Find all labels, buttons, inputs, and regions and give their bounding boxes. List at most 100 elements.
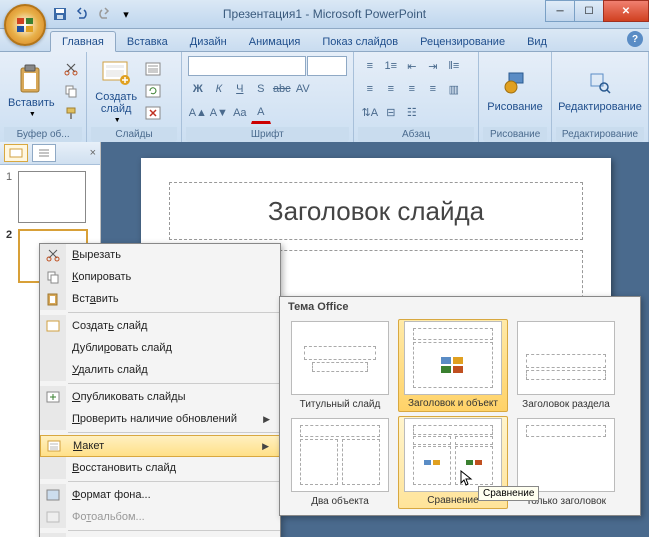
save-icon[interactable]	[50, 4, 70, 24]
delete-icon[interactable]	[143, 103, 163, 123]
tab-animation[interactable]: Анимация	[238, 32, 312, 51]
layout-title-content[interactable]: Заголовок и объект	[398, 319, 508, 412]
drawing-button[interactable]: Рисование	[483, 65, 546, 115]
close-button[interactable]: ✕	[603, 0, 649, 22]
ctx-paste[interactable]: Вставить	[40, 288, 280, 310]
quick-access-toolbar: ▾	[50, 4, 136, 24]
ctx-publish[interactable]: Опубликовать слайды	[40, 386, 280, 408]
paste-button[interactable]: Вставить ▼	[4, 61, 59, 120]
font-color-button[interactable]: A	[251, 102, 271, 124]
bullets-button[interactable]: ≡	[360, 56, 380, 76]
ctx-delete[interactable]: Удалить слайд	[40, 359, 280, 381]
reset-icon[interactable]	[143, 81, 163, 101]
group-draw-label: Рисование	[483, 127, 547, 142]
ctx-format-bg[interactable]: Формат фона...	[40, 484, 280, 506]
line-spacing-button[interactable]: ‖≡	[444, 56, 464, 76]
find-icon	[584, 67, 616, 99]
window-title: Презентация1 - Microsoft PowerPoint	[223, 7, 426, 21]
ctx-layout[interactable]: Макет▶	[40, 435, 280, 457]
tab-design[interactable]: Дизайн	[179, 32, 238, 51]
minimize-button[interactable]: ─	[545, 0, 575, 22]
tab-slideshow[interactable]: Показ слайдов	[311, 32, 409, 51]
chevron-right-icon: ▶	[263, 414, 274, 425]
justify-button[interactable]: ≡	[423, 79, 443, 99]
copy-icon[interactable]	[61, 81, 81, 101]
copy-icon	[40, 266, 66, 288]
group-paragraph-label: Абзац	[358, 127, 474, 142]
maximize-button[interactable]: ☐	[574, 0, 604, 22]
chevron-down-icon: ▼	[29, 111, 36, 118]
layout-section-header[interactable]: Заголовок раздела	[512, 319, 620, 412]
office-button[interactable]	[4, 4, 46, 46]
tab-review[interactable]: Рецензирование	[409, 32, 516, 51]
ribbon-tabs: Главная Вставка Дизайн Анимация Показ сл…	[0, 29, 649, 52]
title-bar: ▾ Презентация1 - Microsoft PowerPoint ─ …	[0, 0, 649, 29]
layout-icon[interactable]	[143, 59, 163, 79]
group-edit-label: Редактирование	[556, 127, 644, 142]
undo-icon[interactable]	[72, 4, 92, 24]
hide-icon	[40, 533, 66, 537]
layout-gallery-header: Тема Office	[280, 297, 640, 317]
smartart-button[interactable]: ☷	[402, 102, 422, 122]
ctx-copy[interactable]: Копировать	[40, 266, 280, 288]
bold-button[interactable]: Ж	[188, 79, 208, 99]
ctx-duplicate[interactable]: Дублировать слайд	[40, 337, 280, 359]
columns-button[interactable]: ▥	[444, 79, 464, 99]
font-family-input[interactable]	[188, 56, 306, 76]
format-icon	[40, 484, 66, 506]
align-center-button[interactable]: ≡	[381, 79, 401, 99]
underline-button[interactable]: Ч	[230, 79, 250, 99]
change-case-button[interactable]: Aa	[230, 103, 250, 123]
shadow-button[interactable]: S	[251, 79, 271, 99]
paste-icon	[40, 288, 66, 310]
align-text-button[interactable]: ⊟	[381, 102, 401, 122]
tab-insert[interactable]: Вставка	[116, 32, 179, 51]
slides-tab[interactable]	[4, 144, 28, 162]
group-font-label: Шрифт	[186, 127, 349, 142]
qat-dropdown-icon[interactable]: ▾	[116, 4, 136, 24]
close-pane-icon[interactable]: ×	[90, 147, 96, 159]
ctx-reset[interactable]: Восстановить слайд	[40, 457, 280, 479]
layout-two-content[interactable]: Два объекта	[286, 416, 394, 509]
cut-icon[interactable]	[61, 59, 81, 79]
ctx-check-updates[interactable]: Проверить наличие обновлений▶	[40, 408, 280, 430]
title-placeholder[interactable]: Заголовок слайда	[169, 182, 583, 240]
layout-title-slide[interactable]: Титульный слайд	[286, 319, 394, 412]
chevron-right-icon: ▶	[262, 441, 273, 452]
new-slide-icon	[100, 57, 132, 89]
chevron-down-icon: ▼	[114, 117, 121, 124]
clipboard-icon	[15, 63, 47, 95]
slide-thumb-1[interactable]: 1	[6, 171, 94, 223]
italic-button[interactable]: К	[209, 79, 229, 99]
format-painter-icon[interactable]	[61, 103, 81, 123]
tab-home[interactable]: Главная	[50, 31, 116, 52]
indent-inc-button[interactable]: ⇥	[423, 56, 443, 76]
shapes-icon	[499, 67, 531, 99]
text-direction-button[interactable]: ⇅A	[360, 102, 380, 122]
outline-tab[interactable]	[32, 144, 56, 162]
char-spacing-button[interactable]: AV	[293, 79, 313, 99]
editing-button[interactable]: Редактирование	[556, 65, 644, 115]
grow-font-button[interactable]: A▲	[188, 103, 208, 123]
align-left-button[interactable]: ≡	[360, 79, 380, 99]
cut-icon	[40, 244, 66, 266]
group-clipboard-label: Буфер об...	[4, 127, 82, 142]
align-right-button[interactable]: ≡	[402, 79, 422, 99]
font-size-input[interactable]	[307, 56, 347, 76]
shrink-font-button[interactable]: A▼	[209, 103, 229, 123]
tab-view[interactable]: Вид	[516, 32, 558, 51]
new-slide-button[interactable]: Создать слайд ▼	[91, 55, 141, 126]
layout-icon	[41, 436, 67, 456]
publish-icon	[40, 386, 66, 408]
strikethrough-button[interactable]: abc	[272, 79, 292, 99]
ctx-cut[interactable]: Вырезать	[40, 244, 280, 266]
ctx-hide-slide[interactable]: Скрыть слайд	[40, 533, 280, 537]
indent-dec-button[interactable]: ⇤	[402, 56, 422, 76]
new-slide-icon	[40, 315, 66, 337]
ribbon: Вставить ▼ Буфер об... Создать слайд ▼	[0, 52, 649, 143]
redo-icon[interactable]	[94, 4, 114, 24]
help-icon[interactable]: ?	[627, 31, 643, 47]
numbering-button[interactable]: 1≡	[381, 56, 401, 76]
group-slides-label: Слайды	[91, 127, 177, 142]
ctx-new-slide[interactable]: Создать слайд	[40, 315, 280, 337]
